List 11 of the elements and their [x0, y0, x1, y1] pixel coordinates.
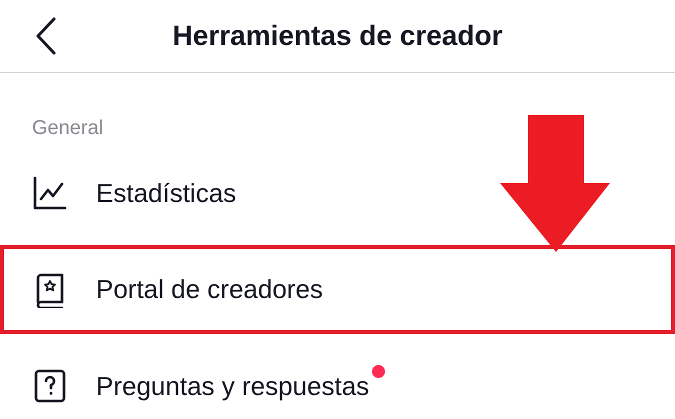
menu-item-label: Portal de creadores	[96, 274, 323, 305]
question-icon	[32, 368, 68, 404]
menu-item-label: Preguntas y respuestas	[96, 370, 370, 402]
menu-item[interactable]: Preguntas y respuestas	[0, 338, 675, 419]
section-title: General	[32, 117, 104, 139]
menu-item-label: Estadísticas	[96, 178, 236, 208]
menu-item[interactable]: Estadísticas	[0, 145, 675, 241]
line-chart-icon	[32, 175, 68, 211]
page-title: Herramientas de creador	[172, 20, 504, 52]
back-chevron-icon	[35, 16, 57, 56]
highlighted-menu-item[interactable]: Portal de creadores	[0, 245, 675, 334]
